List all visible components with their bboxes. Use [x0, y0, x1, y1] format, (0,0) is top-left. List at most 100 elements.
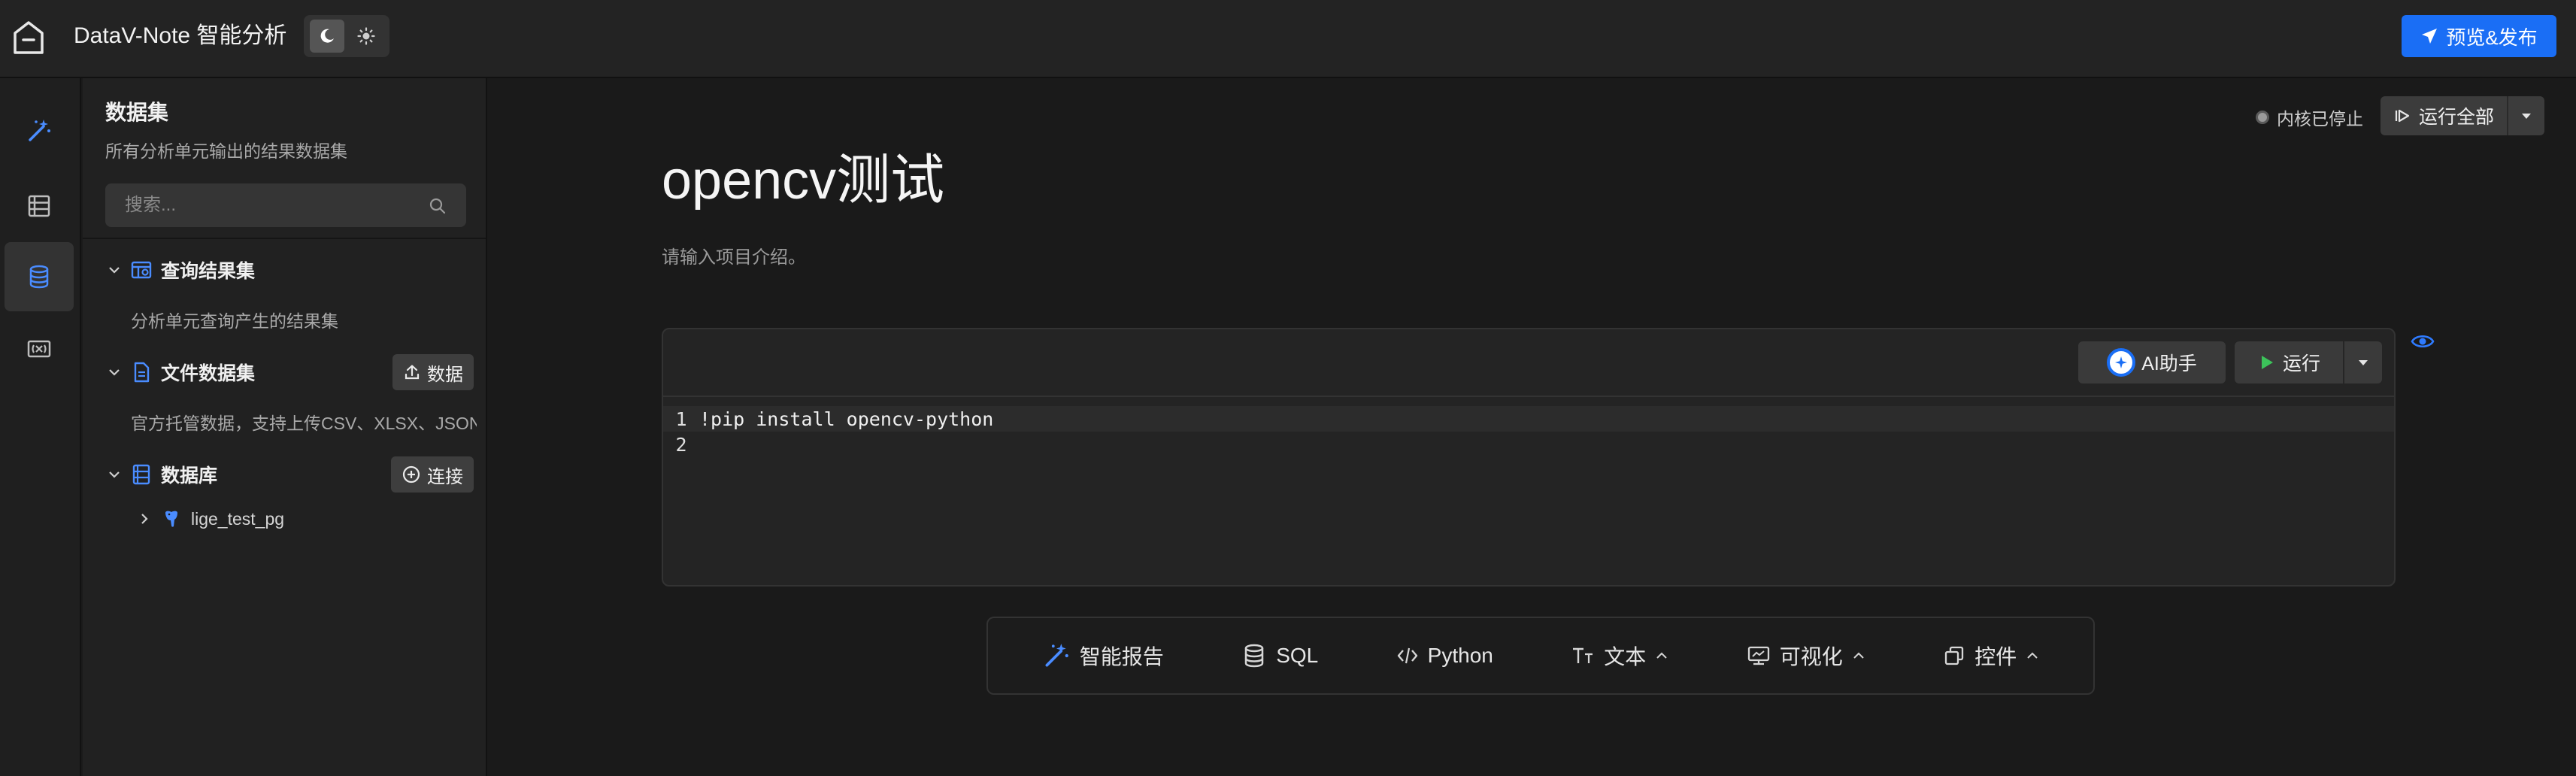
- run-all-icon: [2395, 109, 2410, 123]
- panel-divider: [83, 238, 486, 239]
- tree-group-database[interactable]: 数据库 连接: [105, 454, 474, 495]
- rail-item-outline[interactable]: [5, 171, 74, 241]
- rail-item-datasets[interactable]: [5, 242, 74, 311]
- chevron-right-icon[interactable]: [135, 510, 153, 528]
- sun-icon: [357, 27, 375, 45]
- query-table-icon: [129, 258, 153, 282]
- chart-monitor-icon: [1747, 646, 1769, 665]
- line-number: 2: [675, 433, 687, 456]
- tree-group-file-datasets[interactable]: 文件数据集 数据: [105, 352, 474, 393]
- moon-icon: [320, 29, 334, 43]
- run-cell-label: 运行: [2282, 353, 2320, 374]
- code-icon: [1397, 647, 1417, 664]
- search-icon: [429, 198, 446, 214]
- light-theme-button[interactable]: [349, 20, 383, 53]
- outline-list-icon: [28, 195, 50, 217]
- upload-icon: [405, 365, 420, 380]
- add-visualization-button[interactable]: 可视化: [1747, 641, 1865, 671]
- left-rail: [0, 78, 81, 776]
- app-title: DataV-Note 智能分析: [74, 23, 287, 48]
- add-item-label: SQL: [1276, 644, 1319, 667]
- dataset-search-input[interactable]: [105, 183, 466, 227]
- caret-down-icon: [2359, 360, 2368, 365]
- kernel-status: 内核已停止: [2256, 104, 2363, 131]
- kernel-status-label: 内核已停止: [2277, 109, 2363, 129]
- eye-icon[interactable]: [2411, 331, 2435, 352]
- run-cell-button[interactable]: 运行: [2235, 341, 2344, 383]
- file-icon: [129, 360, 153, 384]
- play-icon: [2261, 356, 2273, 369]
- tree-group-description: 分析单元查询产生的结果集: [131, 311, 338, 331]
- magic-wand-icon: [1045, 644, 1068, 667]
- add-cell-bar: 智能报告 SQL Python 文本 可视化 控件: [986, 617, 2095, 695]
- add-item-label: 文本: [1604, 645, 1647, 668]
- widget-icon: [1945, 646, 1964, 665]
- send-icon: [2422, 29, 2438, 44]
- magic-wand-icon: [29, 120, 50, 141]
- chevron-down-icon[interactable]: [105, 465, 123, 483]
- cell-toolbar: AI助手 运行: [663, 329, 2394, 397]
- add-item-label: 可视化: [1779, 645, 1843, 668]
- chevron-down-icon[interactable]: [105, 261, 123, 279]
- code-editor[interactable]: 1 !pip install opencv-python 2: [663, 399, 2394, 585]
- chevron-down-icon[interactable]: [105, 363, 123, 381]
- code-cell: AI助手 运行 1 !pip install opencv-python 2: [662, 328, 2396, 587]
- plus-circle-icon: [402, 465, 420, 483]
- code-line[interactable]: 1 !pip install opencv-python: [663, 406, 2394, 432]
- rail-item-variables[interactable]: [5, 314, 74, 383]
- notebook-main: 内核已停止 运行全部 opencv测试 请输入项目介绍。 AI助手 运行 1 !…: [489, 78, 2576, 776]
- run-all-button[interactable]: 运行全部: [2381, 96, 2508, 135]
- postgresql-icon: [159, 507, 183, 531]
- run-all-button-group: 运行全部: [2381, 96, 2544, 135]
- chevron-up-icon: [2027, 652, 2038, 659]
- tree-item-label: lige_test_pg: [191, 508, 285, 529]
- ai-assistant-label: AI助手: [2141, 353, 2197, 374]
- dataset-panel: 数据集 所有分析单元输出的结果数据集 查询结果集 分析单元查询产生的结果集: [83, 78, 487, 776]
- preview-publish-button[interactable]: 预览&发布: [2402, 15, 2556, 57]
- project-title[interactable]: opencv测试: [662, 135, 944, 214]
- panel-title: 数据集: [105, 101, 169, 124]
- database-list-icon: [129, 462, 153, 487]
- database-icon: [29, 265, 49, 289]
- preview-publish-label: 预览&发布: [2446, 26, 2538, 49]
- connect-database-label: 连接: [427, 466, 463, 487]
- add-item-label: 控件: [1974, 645, 2017, 668]
- tree-group-query-results[interactable]: 查询结果集: [105, 250, 474, 290]
- panel-subtitle: 所有分析单元输出的结果数据集: [105, 141, 347, 161]
- upload-data-button[interactable]: 数据: [392, 354, 474, 390]
- top-bar: DataV-Note 智能分析 预览&发布: [0, 0, 2576, 78]
- database-icon: [1244, 644, 1264, 668]
- code-line[interactable]: 2: [663, 432, 2394, 457]
- add-text-button[interactable]: 文本: [1571, 641, 1668, 671]
- project-description-input[interactable]: 请输入项目介绍。: [662, 242, 806, 268]
- chevron-up-icon: [1656, 652, 1668, 659]
- line-number: 1: [675, 408, 687, 430]
- run-all-label: 运行全部: [2418, 107, 2494, 128]
- tree-group-label: 文件数据集: [161, 363, 256, 384]
- dark-theme-button[interactable]: [310, 20, 344, 53]
- tree-group-description: 官方托管数据，支持上传CSV、XLSX、JSON: [131, 414, 477, 433]
- code-text: !pip install opencv-python: [699, 408, 994, 430]
- home-icon[interactable]: [12, 20, 45, 56]
- kernel-status-dot: [2256, 111, 2269, 124]
- add-widget-button[interactable]: 控件: [1943, 641, 2039, 671]
- add-sql-button[interactable]: SQL: [1241, 643, 1318, 668]
- theme-toggle[interactable]: [304, 15, 389, 57]
- run-cell-button-group: 运行: [2235, 341, 2382, 383]
- connect-database-button[interactable]: 连接: [391, 456, 474, 493]
- chevron-up-icon: [1853, 652, 1864, 659]
- add-smart-report-button[interactable]: 智能报告: [1042, 641, 1164, 671]
- tree-group-label: 数据库: [161, 465, 218, 487]
- run-cell-dropdown-button[interactable]: [2344, 341, 2382, 383]
- add-item-label: 智能报告: [1079, 645, 1164, 668]
- caret-down-icon: [2522, 114, 2531, 119]
- run-all-dropdown-button[interactable]: [2508, 96, 2544, 135]
- text-icon: [1573, 647, 1593, 663]
- rail-item-smart[interactable]: [5, 96, 74, 165]
- variable-icon: [27, 340, 51, 358]
- upload-data-label: 数据: [427, 364, 463, 385]
- add-python-button[interactable]: Python: [1396, 644, 1493, 668]
- tree-item-lige-test-pg[interactable]: lige_test_pg: [135, 501, 466, 537]
- add-item-label: Python: [1427, 644, 1493, 667]
- ai-assistant-button[interactable]: AI助手: [2078, 341, 2226, 383]
